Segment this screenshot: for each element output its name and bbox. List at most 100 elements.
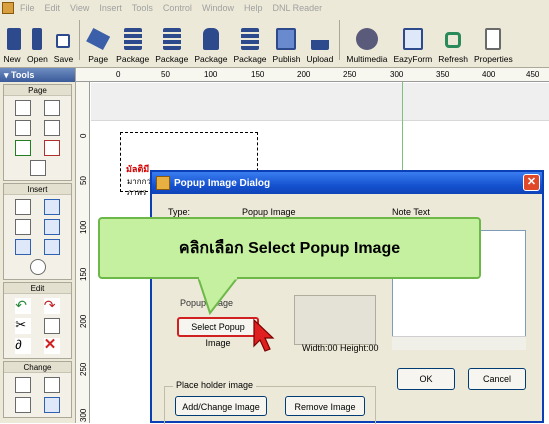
package-button-3[interactable]: Package — [191, 18, 230, 64]
tools-panel: ▾ Tools Page Insert Edit ↶ ↷ ✂ ∂ ✕ Chang… — [0, 68, 76, 423]
horizontal-ruler: 0 50 100 150 200 250 300 350 400 450 — [76, 68, 549, 82]
change-image-icon[interactable] — [43, 397, 60, 413]
tool-group-title: Edit — [4, 283, 71, 294]
tool-group-page: Page — [3, 84, 72, 181]
main-toolbar: New Open Save Page Package Package Packa… — [0, 16, 549, 68]
canvas-text-line: ภาพร — [127, 188, 147, 197]
change-shape-icon[interactable] — [15, 397, 32, 413]
menu-file[interactable]: File — [20, 3, 35, 13]
upload-icon — [310, 28, 329, 50]
page-red-icon[interactable] — [43, 140, 60, 156]
save-icon — [56, 34, 71, 48]
new-label: New — [3, 54, 21, 64]
ruler-tick: 100 — [79, 220, 88, 234]
add-change-image-button[interactable]: Add/Change Image — [175, 396, 267, 416]
package-lock-icon — [202, 28, 219, 50]
menu-insert[interactable]: Insert — [99, 3, 122, 13]
insert-widget-icon[interactable] — [15, 239, 32, 255]
refresh-label: Refresh — [438, 54, 468, 64]
multimedia-button[interactable]: Multimedia — [343, 18, 390, 64]
properties-label: Properties — [473, 54, 513, 64]
image-icon[interactable] — [43, 199, 60, 215]
cut-icon[interactable]: ✂ — [15, 318, 32, 334]
refresh-button[interactable]: Refresh — [435, 18, 471, 64]
open-label: Open — [27, 54, 48, 64]
remove-image-button[interactable]: Remove Image — [285, 396, 365, 416]
tool-group-insert: Insert — [3, 183, 72, 280]
menu-edit[interactable]: Edit — [45, 3, 61, 13]
page-export-icon[interactable] — [29, 160, 46, 176]
page-green-icon[interactable] — [15, 140, 32, 156]
package-button-4[interactable]: Package — [230, 18, 269, 64]
ruler-tick: 300 — [79, 408, 88, 422]
toolbar-separator — [339, 20, 341, 60]
text-icon[interactable] — [15, 219, 32, 235]
form-icon — [402, 28, 423, 50]
ruler-tick: 50 — [79, 176, 88, 185]
page-copy-icon[interactable] — [43, 120, 60, 136]
cancel-button[interactable]: Cancel — [468, 368, 526, 390]
copy-icon[interactable] — [43, 318, 60, 334]
menu-tools[interactable]: Tools — [132, 3, 153, 13]
menu-control[interactable]: Control — [163, 3, 192, 13]
bug-icon[interactable] — [29, 259, 46, 275]
ruler-tick: 300 — [390, 70, 404, 79]
ruler-tick: 200 — [297, 70, 311, 79]
redo-icon[interactable]: ↷ — [43, 298, 60, 314]
undo-icon[interactable]: ↶ — [15, 298, 32, 314]
image-size-text: Width:00 Height:00 — [302, 343, 379, 353]
paint-icon[interactable]: ∂ — [15, 338, 32, 354]
upload-button[interactable]: Upload — [303, 18, 336, 64]
vertical-ruler: 0 50 100 150 200 250 300 — [76, 82, 90, 423]
select-popup-image-button[interactable]: Select Popup Image — [177, 317, 259, 348]
new-button[interactable]: New — [0, 18, 24, 64]
save-button[interactable]: Save — [51, 18, 76, 64]
menu-bar: File Edit View Insert Tools Control Wind… — [0, 0, 549, 16]
menu-view[interactable]: View — [70, 3, 89, 13]
menu-help[interactable]: Help — [244, 3, 263, 13]
rectangle-icon[interactable] — [15, 199, 32, 215]
add-page-icon[interactable] — [15, 100, 32, 116]
remove-page-icon[interactable] — [43, 100, 60, 116]
dialog-titlebar[interactable]: Popup Image Dialog — [152, 172, 542, 194]
page-button[interactable]: Page — [83, 18, 113, 64]
canvas-heading: มัลติมี — [126, 164, 150, 174]
note-text-label: Note Text — [392, 207, 430, 217]
package-button-2[interactable]: Package — [152, 18, 191, 64]
instruction-callout: คลิกเลือก Select Popup Image — [98, 217, 481, 279]
change-move-icon[interactable] — [15, 377, 32, 393]
open-button[interactable]: Open — [24, 18, 51, 64]
package-label-4: Package — [233, 54, 267, 64]
placeholder-group-title: Place holder image — [173, 380, 257, 390]
tools-header[interactable]: ▾ Tools — [0, 68, 75, 82]
mouse-cursor-icon — [253, 318, 275, 352]
ruler-tick: 0 — [79, 133, 88, 138]
type-value: Popup Image — [242, 207, 296, 217]
eazyform-button[interactable]: EazyForm — [390, 18, 435, 64]
toolbar-separator — [79, 20, 81, 60]
ruler-tick: 250 — [343, 70, 357, 79]
callout-text: คลิกเลือก Select Popup Image — [178, 239, 401, 257]
canvas-header-area — [91, 83, 549, 121]
text-vertical-icon[interactable] — [43, 219, 60, 235]
delete-icon[interactable]: ✕ — [43, 337, 60, 354]
tool-group-change: Change — [3, 361, 72, 418]
ruler-tick: 150 — [251, 70, 265, 79]
upload-label: Upload — [306, 54, 334, 64]
menu-window[interactable]: Window — [202, 3, 234, 13]
package-label-1: Package — [116, 54, 150, 64]
note-horizontal-scrollbar[interactable] — [392, 336, 526, 350]
package-icon — [123, 28, 142, 50]
page-prev-icon[interactable] — [15, 120, 32, 136]
ok-button[interactable]: OK — [397, 368, 455, 390]
change-link-icon[interactable] — [43, 377, 60, 393]
menu-dnl-reader[interactable]: DNL Reader — [272, 3, 322, 13]
close-button[interactable]: ✕ — [523, 174, 540, 191]
insert-table-icon[interactable] — [43, 239, 60, 255]
package-button-1[interactable]: Package — [113, 18, 152, 64]
ruler-tick: 450 — [526, 70, 540, 79]
tools-header-label: Tools — [11, 70, 35, 80]
ruler-tick: 400 — [482, 70, 496, 79]
properties-button[interactable]: Properties — [471, 18, 516, 64]
publish-button[interactable]: Publish — [270, 18, 304, 64]
